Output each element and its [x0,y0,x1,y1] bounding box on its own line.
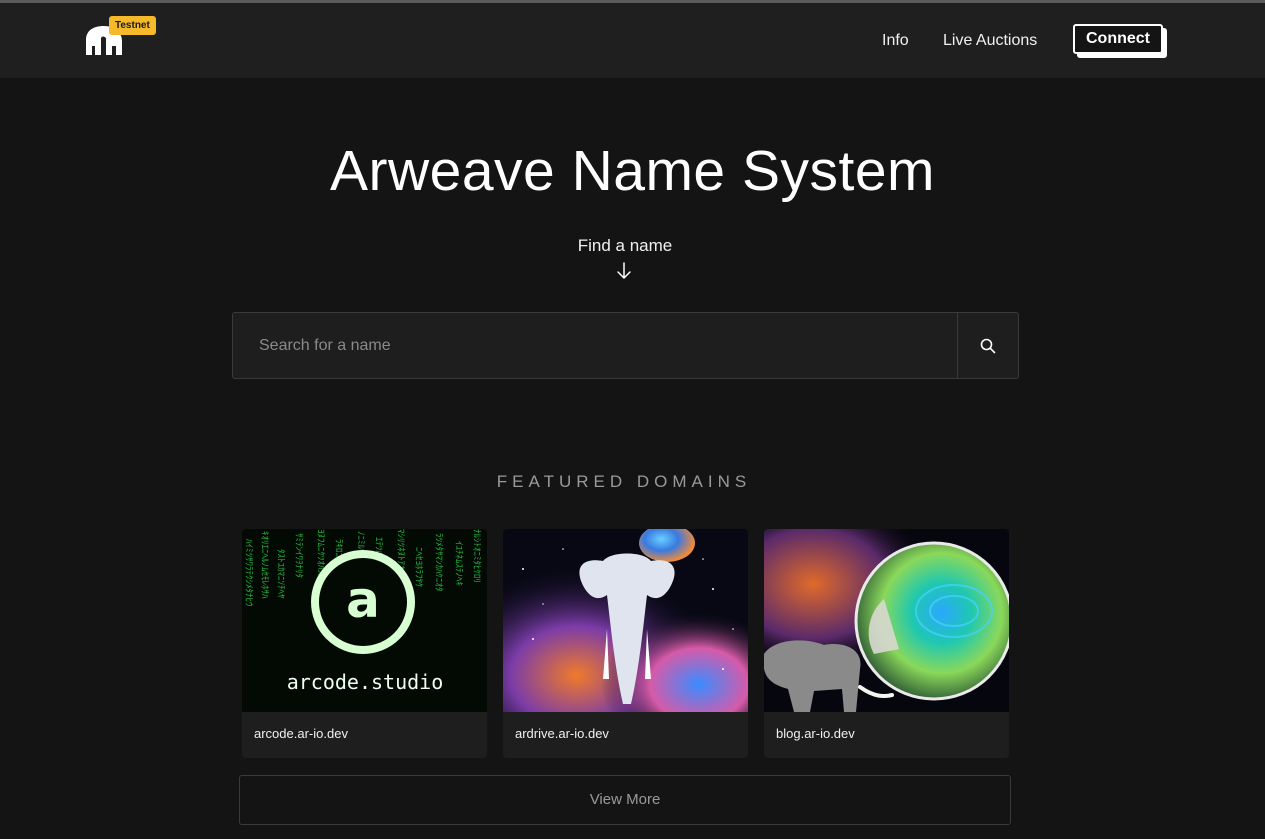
arcode-logo-text: arcode.studio [287,670,444,694]
top-nav-bar: Testnet Info Live Auctions Connect [0,3,1265,78]
search-icon [980,338,996,353]
testnet-badge: Testnet [109,16,156,35]
svg-text:ﾆﾍｾﾖﾎﾗﾌﾔｹ: ﾆﾍｾﾖﾎﾗﾌﾔｹ [413,547,424,588]
domain-card-image: ﾊｲﾐﾂｻﾜﾗﾃｸｼﾒﾀﾅﾋｳ ｷｵﾘｴﾆﾍﾙﾉﾑｾﾓﾚﾎｻﾊ ﾀｽﾄﾕｶﾏﾆｿ… [242,529,487,712]
arcode-logo-letter: a [346,571,380,629]
search-bar [232,312,1019,379]
domain-card-image [503,529,748,712]
nav-live-auctions-link[interactable]: Live Auctions [943,31,1037,51]
svg-text:ｻﾐﾃﾝｲﾜｦﾅﾘﾀ: ｻﾐﾃﾝｲﾜｦﾅﾘﾀ [293,533,304,578]
search-input[interactable] [233,313,958,378]
domain-card-label: blog.ar-io.dev [776,726,855,741]
search-button[interactable] [957,313,1018,378]
featured-domains-heading: FEATURED DOMAINS [496,472,752,491]
svg-text:ｷｵﾘｴﾆﾍﾙﾉﾑｾﾓﾚﾎｻﾊ: ｷｵﾘｴﾆﾍﾙﾉﾑｾﾓﾚﾎｻﾊ [259,531,270,599]
connect-button[interactable]: Connect [1073,24,1163,54]
domain-card-ardrive[interactable]: ardrive.ar-io.dev [503,529,748,758]
domain-card-image [764,529,1009,712]
domain-card-label: ardrive.ar-io.dev [515,726,609,741]
svg-text:ﾅﾙｼﾄｵﾆﾐﾀﾋｹﾛﾘ: ﾅﾙｼﾄｵﾆﾐﾀﾋｹﾛﾘ [471,529,482,583]
svg-text:ﾀｽﾄﾕｶﾏﾆｿﾁﾍﾔ: ﾀｽﾄﾕｶﾏﾆｿﾁﾍﾔ [275,549,286,599]
domain-card-arcode[interactable]: ﾊｲﾐﾂｻﾜﾗﾃｸｼﾒﾀﾅﾋｳ ｷｵﾘｴﾆﾍﾙﾉﾑｾﾓﾚﾎｻﾊ ﾀｽﾄﾕｶﾏﾆｿ… [242,529,487,758]
connect-button-wrapper: Connect [1073,24,1167,58]
domain-card-label: arcode.ar-io.dev [254,726,348,741]
nav-info-link[interactable]: Info [882,31,909,51]
svg-text:ﾊｲﾐﾂｻﾜﾗﾃｸｼﾒﾀﾅﾋｳ: ﾊｲﾐﾂｻﾜﾗﾃｸｼﾒﾀﾅﾋｳ [243,539,254,607]
svg-text:ﾗﾂﾒﾀｻﾏﾝｶﾊｹﾆｵﾀ: ﾗﾂﾒﾀｻﾏﾝｶﾊｹﾆｵﾀ [433,533,444,592]
domain-card-blog[interactable]: blog.ar-io.dev [764,529,1009,758]
svg-text:ｲﾕﾁﾈﾑｽﾃﾉﾍｷ: ｲﾕﾁﾈﾑｽﾃﾉﾍｷ [453,541,464,587]
find-a-name-label: Find a name [577,236,673,255]
page-title: Arweave Name System [329,139,936,203]
view-more-button[interactable]: View More [239,775,1011,825]
arrow-down-icon [617,262,631,279]
